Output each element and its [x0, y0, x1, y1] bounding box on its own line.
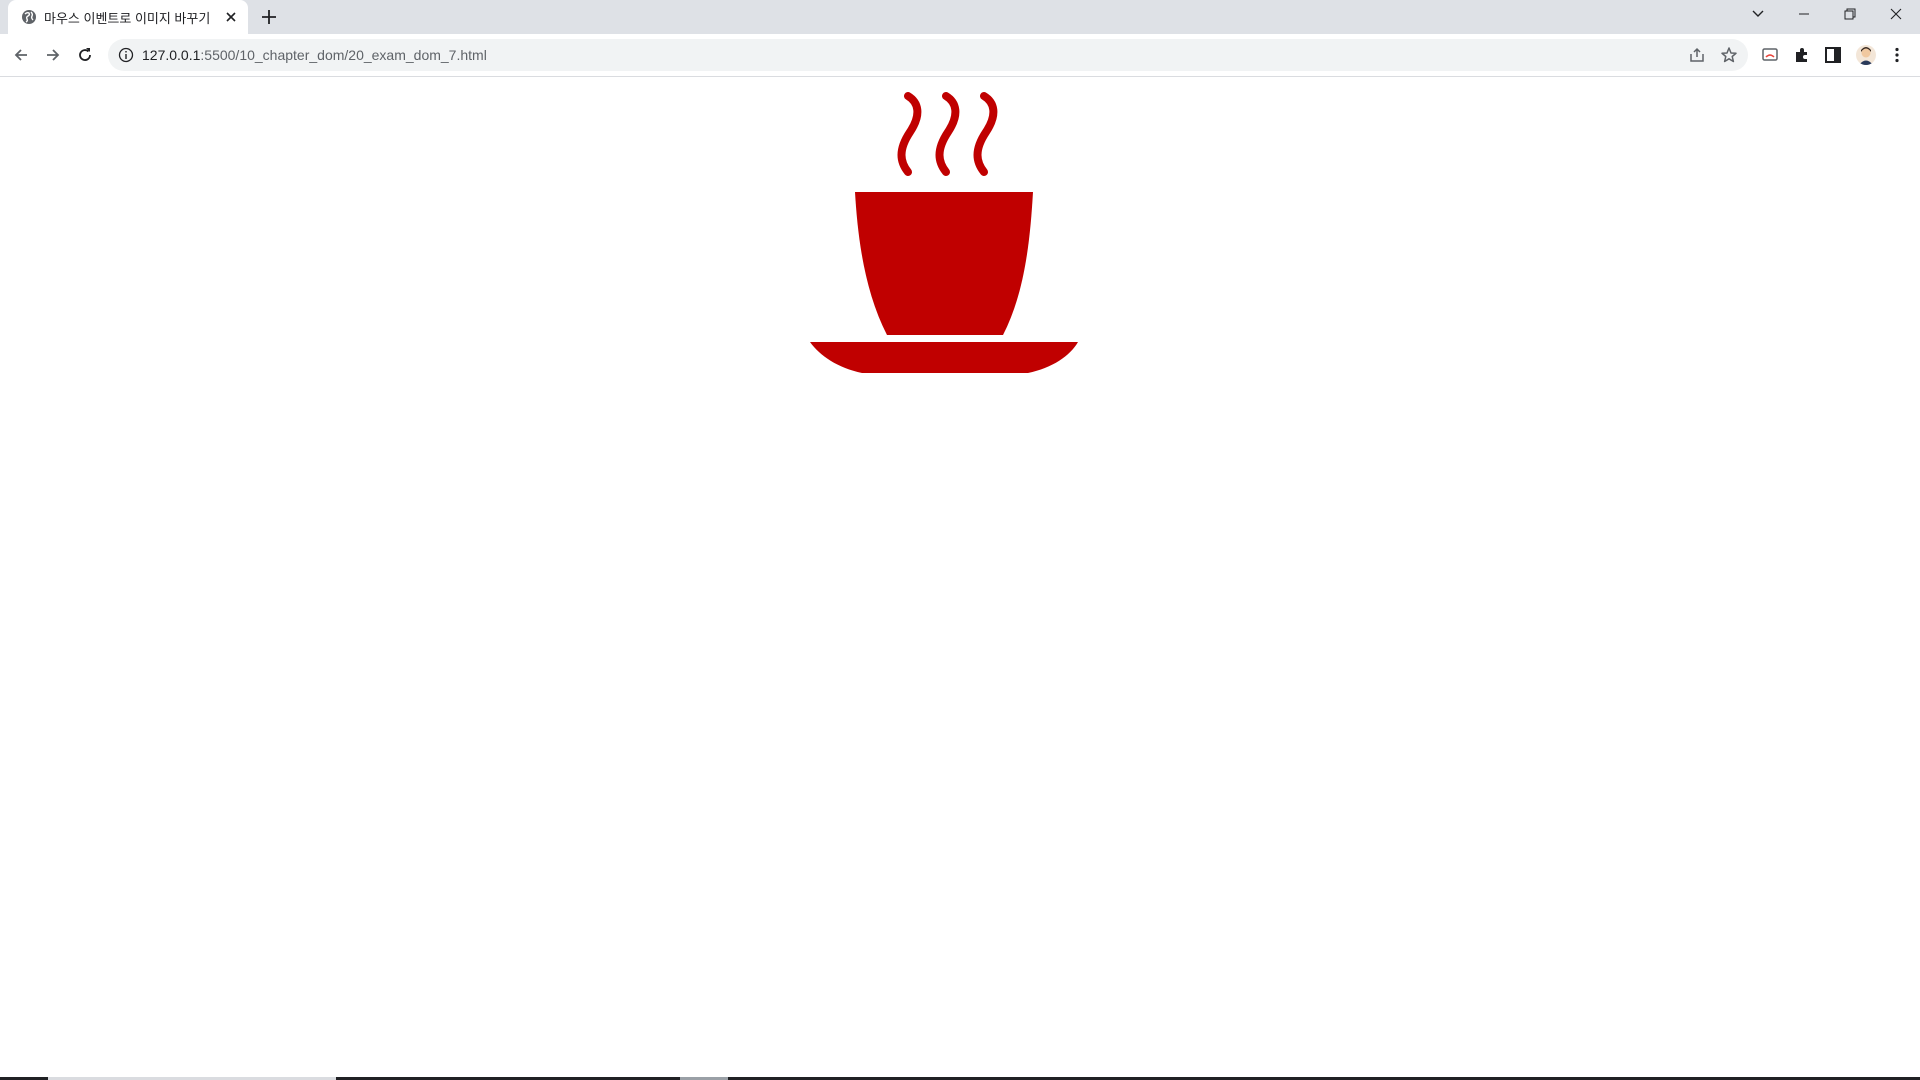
- tab-search-chevron-icon[interactable]: [1735, 0, 1781, 28]
- active-tab[interactable]: 마우스 이벤트로 이미지 바꾸기: [8, 0, 248, 34]
- reload-icon[interactable]: [73, 43, 97, 67]
- tab-title: 마우스 이벤트로 이미지 바꾸기: [44, 11, 211, 26]
- window-close-icon[interactable]: [1873, 0, 1919, 28]
- tab-strip: 마우스 이벤트로 이미지 바꾸기: [0, 0, 1920, 34]
- side-panel-icon[interactable]: [1824, 46, 1842, 64]
- url-path: :5500/10_chapter_dom/20_exam_dom_7.html: [200, 47, 487, 63]
- browser-toolbar: 127.0.0.1:5500/10_chapter_dom/20_exam_do…: [0, 34, 1920, 77]
- extensions-puzzle-icon[interactable]: [1793, 46, 1811, 64]
- coffee-cup-image[interactable]: [800, 84, 1090, 374]
- share-icon[interactable]: [1688, 46, 1706, 64]
- url-text: 127.0.0.1:5500/10_chapter_dom/20_exam_do…: [142, 47, 487, 63]
- bookmark-star-icon[interactable]: [1720, 46, 1738, 64]
- kebab-menu-icon[interactable]: [1888, 46, 1906, 64]
- back-arrow-icon[interactable]: [9, 43, 33, 67]
- cast-icon[interactable]: [1761, 46, 1779, 64]
- forward-arrow-icon[interactable]: [41, 43, 65, 67]
- profile-avatar[interactable]: [1856, 45, 1876, 65]
- new-tab-plus-icon[interactable]: [260, 8, 278, 26]
- address-bar[interactable]: 127.0.0.1:5500/10_chapter_dom/20_exam_do…: [108, 39, 1748, 71]
- page-viewport: [0, 77, 1920, 1077]
- browser-window: 마우스 이벤트로 이미지 바꾸기 127.0.0.1:5500/10_chapt…: [0, 0, 1920, 1080]
- minimize-icon[interactable]: [1781, 0, 1827, 28]
- restore-icon[interactable]: [1827, 0, 1873, 28]
- tab-close-icon[interactable]: [223, 9, 239, 25]
- url-host: 127.0.0.1: [142, 47, 201, 63]
- site-info-icon[interactable]: [118, 47, 134, 63]
- globe-icon: [21, 9, 37, 25]
